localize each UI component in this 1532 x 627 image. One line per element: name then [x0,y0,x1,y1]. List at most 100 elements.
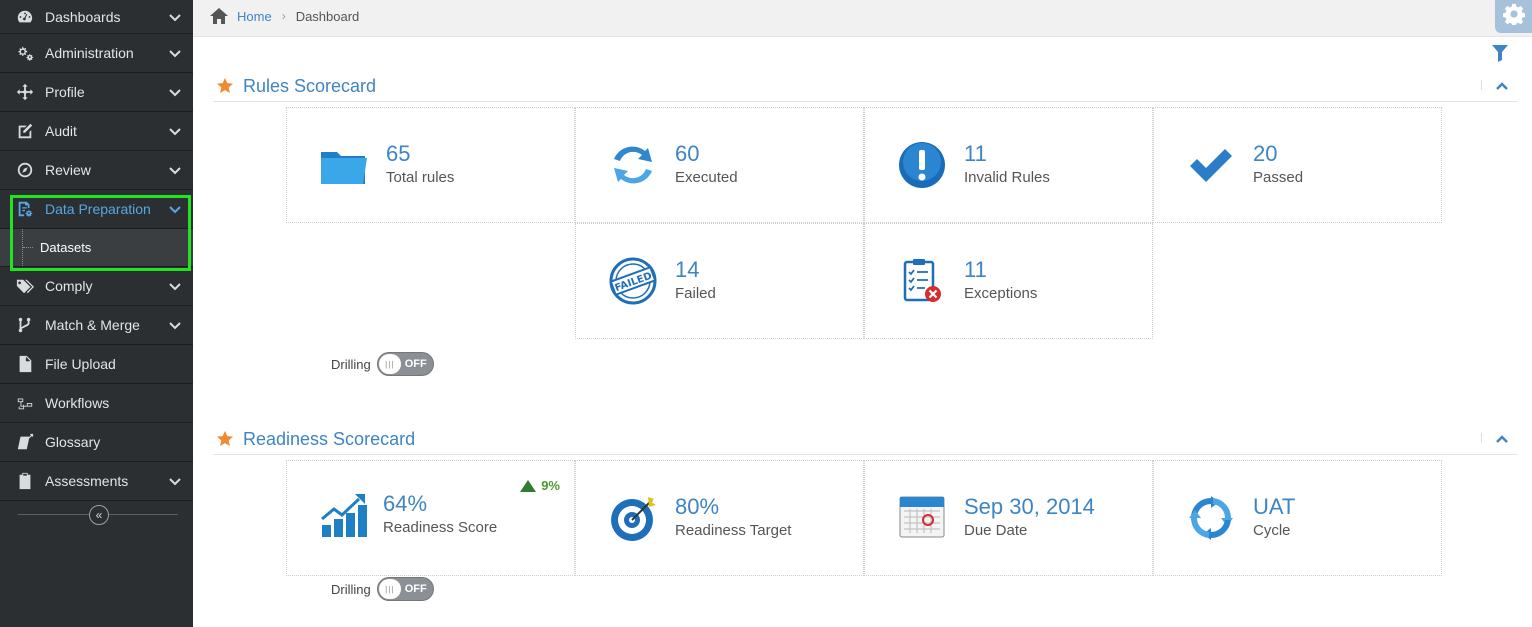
tree-branch [23,247,33,248]
toggle-state: OFF [404,358,427,370]
growth-chart-icon [319,491,369,541]
readiness-scorecard-header: Readiness Scorecard [213,425,1517,455]
tile-label: Total rules [386,169,455,186]
checklist-error-icon [897,256,947,306]
tile-value: 80% [675,494,720,519]
topbar: Home › Dashboard [193,0,1532,37]
sidebar-item-label: Glossary [45,434,101,450]
star-icon[interactable] [216,77,234,95]
sidebar-item-label: Dashboards [45,8,121,25]
tile-readiness-target[interactable]: 80% Readiness Target [575,460,864,576]
cycle-icon [1186,493,1236,543]
sidebar-item-label: Comply [45,278,93,294]
tile-due-date[interactable]: Sep 30, 2014 Due Date [864,460,1153,576]
arrow-up-icon [520,479,537,492]
sidebar-subitem-datasets[interactable]: Datasets [0,229,193,267]
sidebar-item-label: Match & Merge [45,317,140,333]
sidebar-item-dashboards[interactable]: Dashboards [0,0,193,34]
rules-scorecard-header: Rules Scorecard [213,72,1517,102]
sidebar-item-comply[interactable]: Comply [0,267,193,306]
settings-button[interactable] [1495,0,1532,33]
tile-value: 20 [1253,141,1278,166]
breadcrumb: Home › Dashboard [210,8,359,24]
sidebar-item-audit[interactable]: Audit [0,112,193,151]
chevron-down-icon [168,46,182,60]
sidebar-item-label: Administration [45,45,134,61]
sidebar-item-assessments[interactable]: Assessments [0,462,193,501]
sidebar-item-label: Assessments [45,473,129,489]
chevron-up-icon[interactable] [1495,79,1509,93]
drilling-label: Drilling [331,581,371,597]
refresh-icon [608,140,658,190]
tile-value: Sep 30, 2014 [964,494,1095,519]
tile-label: Failed [675,285,716,302]
sidebar-item-data-preparation[interactable]: Data Preparation [0,190,193,229]
collapse-sidebar-button[interactable]: « [89,505,109,525]
sidebar-item-glossary[interactable]: Glossary [0,423,193,462]
sidebar-item-label: Profile [45,84,85,100]
section-title: Rules Scorecard [243,76,377,96]
tile-readiness-score[interactable]: 64% Readiness Score 9% [286,460,575,576]
target-icon [608,493,658,543]
data-prep-icon [16,200,34,218]
tile-executed[interactable]: 60 Executed [575,107,864,223]
sidebar-item-file-upload[interactable]: File Upload [0,345,193,384]
profile-icon [16,83,34,101]
toggle-knob: ||| [378,579,401,599]
clipboard-icon [16,472,34,490]
drilling-toggle[interactable]: ||| OFF [376,577,434,601]
tile-label: Exceptions [964,285,1038,302]
breadcrumb-separator: › [281,9,286,23]
merge-icon [16,316,34,334]
calendar-icon [897,493,947,543]
tile-invalid-rules[interactable]: 11 Invalid Rules [864,107,1153,223]
chevron-down-icon [168,279,182,293]
tile-value: 60 [675,141,700,166]
sidebar-item-label: Review [45,162,91,178]
tile-value: 11 [964,257,987,282]
delta-value: 9% [541,478,560,493]
tile-value: 11 [964,141,987,166]
tile-value: 64% [383,491,428,516]
divider [1481,80,1482,90]
drilling-toggle[interactable]: ||| OFF [376,352,434,376]
sidebar-item-review[interactable]: Review [0,151,193,190]
tile-failed[interactable]: FAILED 14 Failed [575,223,864,339]
gear-icon [1502,3,1525,30]
section-title: Readiness Scorecard [243,429,416,449]
sidebar-collapse-row: « [0,501,193,529]
sidebar: Dashboards Administration Profile Audit … [0,0,193,627]
star-icon[interactable] [216,430,234,448]
sidebar-subitem-label: Datasets [40,240,92,255]
toggle-state: OFF [404,583,427,595]
tile-total-rules[interactable]: 65 Total rules [286,107,575,223]
breadcrumb-home-link[interactable]: Home [237,9,272,24]
chevron-up-icon[interactable] [1495,432,1509,446]
home-icon[interactable] [210,8,228,24]
tile-label: Cycle [1253,522,1291,539]
edit-icon [16,122,34,140]
sidebar-item-label: File Upload [45,356,116,372]
sidebar-item-label: Workflows [45,395,110,411]
tile-label: Due Date [964,522,1028,539]
tile-passed[interactable]: 20 Passed [1153,107,1442,223]
tile-label: Passed [1253,169,1304,186]
tile-exceptions[interactable]: 11 Exceptions [864,223,1153,339]
breadcrumb-current: Dashboard [295,8,360,24]
sidebar-item-workflows[interactable]: Workflows [0,384,193,423]
sidebar-item-administration[interactable]: Administration [0,34,193,73]
sidebar-item-match-merge[interactable]: Match & Merge [0,306,193,345]
tile-value: 14 [675,257,700,282]
chevron-down-icon [168,318,182,332]
drilling-label: Drilling [331,356,371,372]
chevron-down-icon [168,85,182,99]
cogs-icon [16,44,34,62]
chevron-down-icon [168,124,182,138]
tile-value: UAT [1253,494,1296,519]
tile-cycle[interactable]: UAT Cycle [1153,460,1442,576]
folder-icon [319,140,369,190]
sidebar-item-profile[interactable]: Profile [0,73,193,112]
tile-label: Invalid Rules [964,169,1050,186]
filter-icon[interactable] [1491,44,1509,62]
toggle-knob: ||| [378,354,401,374]
